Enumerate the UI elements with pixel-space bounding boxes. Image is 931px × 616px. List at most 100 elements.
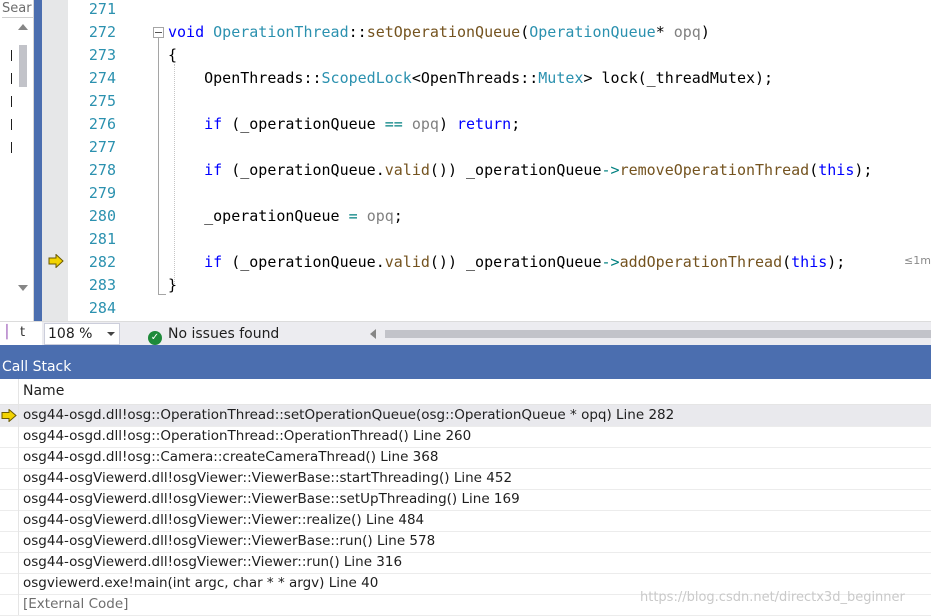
perf-tip-hint[interactable]: ≤1m: [904, 254, 931, 267]
line-number-gutter: 271 272 273 274 275 276 277 278 279 280 …: [68, 0, 122, 321]
indicator-cell: [0, 447, 19, 468]
code-line-280[interactable]: _operationQueue = opq;: [168, 205, 403, 227]
line-number: 274: [88, 69, 116, 87]
scroll-up-icon[interactable]: [18, 24, 28, 30]
indicator-cell: [0, 489, 19, 510]
collapse-outline-icon[interactable]: [153, 27, 164, 38]
code-line-273[interactable]: {: [168, 44, 177, 66]
keyword: if: [204, 253, 223, 271]
code-text: (_operationQueue.: [222, 161, 385, 179]
tree-line-marker: [11, 73, 12, 84]
code-text: (_operationQueue.: [222, 253, 385, 271]
code-text: (_operationQueue: [222, 115, 385, 133]
frame-name: osg44-osgViewerd.dll!osgViewer::ViewerBa…: [23, 491, 520, 507]
frame-name: osg44-osgViewerd.dll!osgViewer::Viewer::…: [23, 554, 403, 570]
zoom-dropdown[interactable]: 108 %: [44, 323, 120, 345]
editor-status-bar: │ t 108 % ✓ No issues found: [0, 321, 931, 346]
punctuation: ::: [303, 69, 322, 87]
code-text: ;: [393, 207, 403, 225]
line-number: 281: [88, 230, 116, 248]
indicator-cell: [0, 531, 19, 552]
indicator-cell: [0, 468, 19, 489]
indicator-cell: [0, 594, 19, 615]
code-text: ()) _operationQueue: [429, 253, 602, 271]
type-name: OperationThread: [213, 23, 349, 41]
code-line-282[interactable]: if (_operationQueue.valid()) _operationQ…: [168, 251, 845, 273]
frame-name: osg44-osgViewerd.dll!osgViewer::ViewerBa…: [23, 533, 436, 549]
line-number: 273: [88, 46, 116, 64]
keyword: return: [457, 115, 512, 133]
tree-line-marker: [11, 96, 12, 107]
parameter: opq: [411, 115, 439, 133]
indicator-cell: [0, 552, 19, 573]
indicator-cell: [0, 510, 19, 531]
search-box[interactable]: Sear: [2, 0, 33, 18]
line-number: 272: [88, 23, 116, 41]
line-number: 279: [88, 184, 116, 202]
indicator-column: [0, 379, 19, 404]
line-number: 276: [88, 115, 116, 133]
brace: }: [168, 276, 178, 294]
code-line-274[interactable]: OpenThreads::ScopedLock<OpenThreads::Mut…: [168, 67, 773, 89]
variable: lock: [601, 69, 638, 87]
type-name: Mutex: [538, 69, 584, 87]
scroll-thumb[interactable]: [385, 330, 931, 338]
stack-frame-row[interactable]: osg44-osgViewerd.dll!osgViewer::ViewerBa…: [0, 489, 931, 511]
horizontal-scrollbar[interactable]: [368, 326, 931, 342]
split-icon[interactable]: │: [3, 325, 11, 340]
panel-splitter[interactable]: [0, 345, 931, 355]
scroll-down-icon[interactable]: [18, 285, 28, 291]
scroll-left-icon[interactable]: [370, 329, 376, 339]
current-statement-arrow-icon: [48, 254, 64, 268]
panel-divider[interactable]: [34, 0, 42, 321]
tree-line-marker: [11, 142, 12, 153]
code-editor[interactable]: void OperationThread::setOperationQueue(…: [122, 0, 931, 321]
call-stack-title-bar[interactable]: Call Stack: [0, 355, 931, 379]
keyword: if: [204, 161, 223, 179]
line-number: 283: [88, 276, 116, 294]
code-line-278[interactable]: if (_operationQueue.valid()) _operationQ…: [168, 159, 872, 181]
issues-indicator[interactable]: ✓ No issues found: [148, 324, 280, 345]
tab-icon[interactable]: t: [20, 325, 25, 340]
code-text: ()) _operationQueue: [429, 161, 602, 179]
line-number: 280: [88, 207, 116, 225]
frame-name: [External Code]: [23, 596, 129, 612]
code-text: );: [827, 253, 846, 271]
frame-name: osg44-osgd.dll!osg::OperationThread::set…: [23, 407, 675, 423]
code-text: (: [782, 253, 792, 271]
punctuation: ::: [348, 23, 367, 41]
line-number: 277: [88, 138, 116, 156]
code-line-272[interactable]: void OperationThread::setOperationQueue(…: [168, 21, 710, 43]
glyph-margin[interactable]: [42, 0, 68, 321]
code-text: (: [809, 161, 819, 179]
function-name: addOperationThread: [619, 253, 783, 271]
stack-frame-row[interactable]: osg44-osgd.dll!osg::Camera::createCamera…: [0, 447, 931, 469]
indicator-cell: [0, 426, 19, 447]
frame-name: osg44-osgd.dll!osg::Camera::createCamera…: [23, 449, 439, 465]
check-circle-icon: ✓: [148, 331, 162, 345]
punctuation: *: [655, 23, 665, 41]
type-name: OperationQueue: [529, 23, 656, 41]
operator: ->: [601, 161, 620, 179]
stack-frame-row[interactable]: osg44-osgd.dll!osg::OperationThread::Ope…: [0, 426, 931, 448]
indicator-cell: [0, 405, 19, 426]
code-line-276[interactable]: if (_operationQueue == opq) return;: [168, 113, 520, 135]
scroll-thumb[interactable]: [19, 45, 27, 87]
frame-name: osg44-osgViewerd.dll!osgViewer::ViewerBa…: [23, 470, 513, 486]
function-name: valid: [384, 253, 430, 271]
stack-frame-row[interactable]: osg44-osgViewerd.dll!osgViewer::ViewerBa…: [0, 531, 931, 553]
stack-frame-row[interactable]: osg44-osgd.dll!osg::OperationThread::set…: [0, 405, 931, 427]
issues-text: No issues found: [168, 326, 280, 342]
solution-explorer-strip: Sear: [0, 0, 34, 321]
stack-frame-row[interactable]: osg44-osgViewerd.dll!osgViewer::Viewer::…: [0, 510, 931, 532]
vertical-scrollbar[interactable]: [16, 21, 30, 297]
frame-name: osg44-osgViewerd.dll!osgViewer::Viewer::…: [23, 512, 425, 528]
stack-frame-row[interactable]: osg44-osgViewerd.dll!osgViewer::ViewerBa…: [0, 468, 931, 490]
name-column-header[interactable]: Name: [23, 379, 64, 404]
code-line-283[interactable]: }: [168, 274, 177, 296]
stack-frame-row[interactable]: osg44-osgViewerd.dll!osgViewer::Viewer::…: [0, 552, 931, 574]
frame-name: osg44-osgd.dll!osg::OperationThread::Ope…: [23, 428, 472, 444]
